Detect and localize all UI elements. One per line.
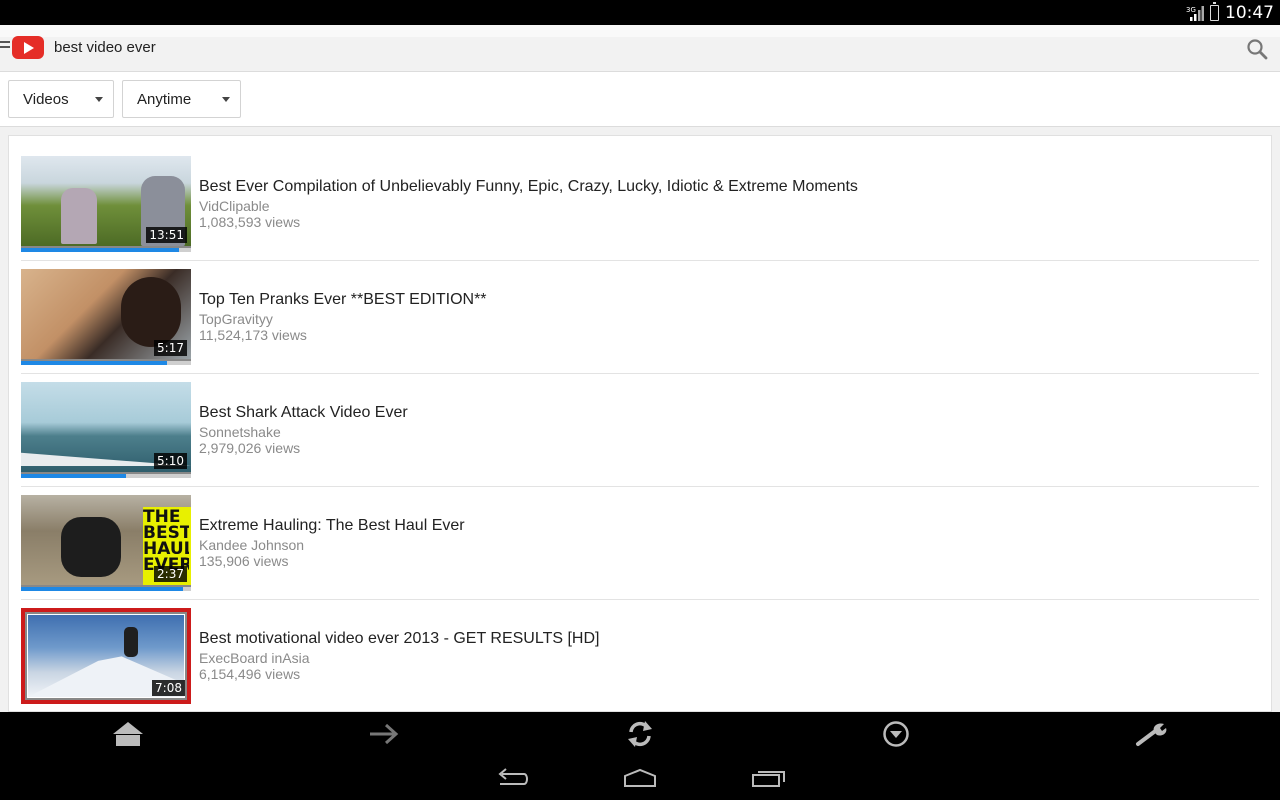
video-thumbnail-selected[interactable]: 7:08 (21, 608, 191, 704)
youtube-logo-icon[interactable] (12, 36, 44, 59)
back-icon[interactable] (492, 764, 532, 792)
video-channel: Sonnetshake (199, 424, 281, 440)
menu-icon[interactable] (0, 41, 10, 53)
wrench-icon[interactable] (1134, 718, 1170, 750)
search-icon[interactable] (1246, 38, 1268, 60)
caret-down-icon (95, 97, 103, 102)
signal-icon: 3G (1186, 4, 1204, 22)
type-filter-label: Videos (23, 90, 69, 108)
video-result-5[interactable]: 7:08 Best motivational video ever 2013 -… (21, 600, 1259, 711)
search-query[interactable]: best video ever (54, 39, 156, 56)
status-bar: 3G 10:47 (0, 0, 1280, 25)
battery-icon (1210, 1, 1219, 21)
time-filter-label: Anytime (137, 90, 192, 108)
video-title[interactable]: Best Shark Attack Video Ever (199, 404, 408, 422)
status-icons: 3G 10:47 (1186, 0, 1274, 25)
watch-progress (21, 474, 191, 478)
clock: 10:47 (1225, 2, 1274, 23)
type-filter-dropdown[interactable]: Videos (8, 80, 114, 118)
video-views: 6,154,496 views (199, 666, 301, 682)
watch-progress (21, 248, 191, 252)
duration-badge: 5:10 (154, 453, 187, 469)
video-channel: Kandee Johnson (199, 537, 305, 553)
video-result-4[interactable]: THE BEST HAUL EVER 2:37 Extreme Hauling:… (21, 487, 1259, 600)
video-title[interactable]: Best motivational video ever 2013 - GET … (199, 630, 599, 648)
home-icon[interactable] (110, 718, 146, 750)
video-title[interactable]: Top Ten Pranks Ever **BEST EDITION** (199, 291, 487, 309)
video-result-3[interactable]: 5:10 Best Shark Attack Video Ever Sonnet… (21, 374, 1259, 487)
time-filter-dropdown[interactable]: Anytime (122, 80, 241, 118)
duration-badge: 7:08 (152, 680, 185, 696)
duration-badge: 13:51 (146, 227, 187, 243)
video-thumbnail[interactable]: 5:17 (21, 269, 191, 365)
video-thumbnail[interactable]: 5:10 (21, 382, 191, 478)
filter-bar: Videos Anytime (0, 72, 1280, 127)
watch-progress (21, 587, 191, 591)
video-channel: VidClipable (199, 198, 270, 214)
app-header: best video ever (0, 25, 1280, 72)
duration-badge: 2:37 (154, 566, 187, 582)
video-views: 135,906 views (199, 553, 289, 569)
video-views: 11,524,173 views (199, 327, 307, 343)
recents-icon[interactable] (748, 764, 788, 792)
watch-progress (21, 361, 191, 365)
video-thumbnail[interactable]: THE BEST HAUL EVER 2:37 (21, 495, 191, 591)
video-result-1[interactable]: 13:51 Best Ever Compilation of Unbelieva… (21, 148, 1259, 261)
video-title[interactable]: Extreme Hauling: The Best Haul Ever (199, 517, 465, 535)
video-channel: TopGravityy (199, 311, 273, 327)
duration-badge: 5:17 (154, 340, 187, 356)
navigation-bar (0, 756, 1280, 800)
dropdown-circle-icon[interactable] (878, 718, 914, 750)
results-list: 13:51 Best Ever Compilation of Unbelieva… (8, 135, 1272, 712)
refresh-icon[interactable] (622, 718, 658, 750)
video-views: 1,083,593 views (199, 214, 301, 230)
home-outline-icon[interactable] (620, 764, 660, 792)
video-views: 2,979,026 views (199, 440, 301, 456)
browser-toolbar (0, 712, 1280, 756)
video-result-2[interactable]: 5:17 Top Ten Pranks Ever **BEST EDITION*… (21, 261, 1259, 374)
video-thumbnail[interactable]: 13:51 (21, 156, 191, 252)
video-channel: ExecBoard inAsia (199, 650, 310, 666)
forward-arrow-icon[interactable] (366, 718, 402, 750)
video-title[interactable]: Best Ever Compilation of Unbelievably Fu… (199, 178, 858, 196)
caret-down-icon (222, 97, 230, 102)
